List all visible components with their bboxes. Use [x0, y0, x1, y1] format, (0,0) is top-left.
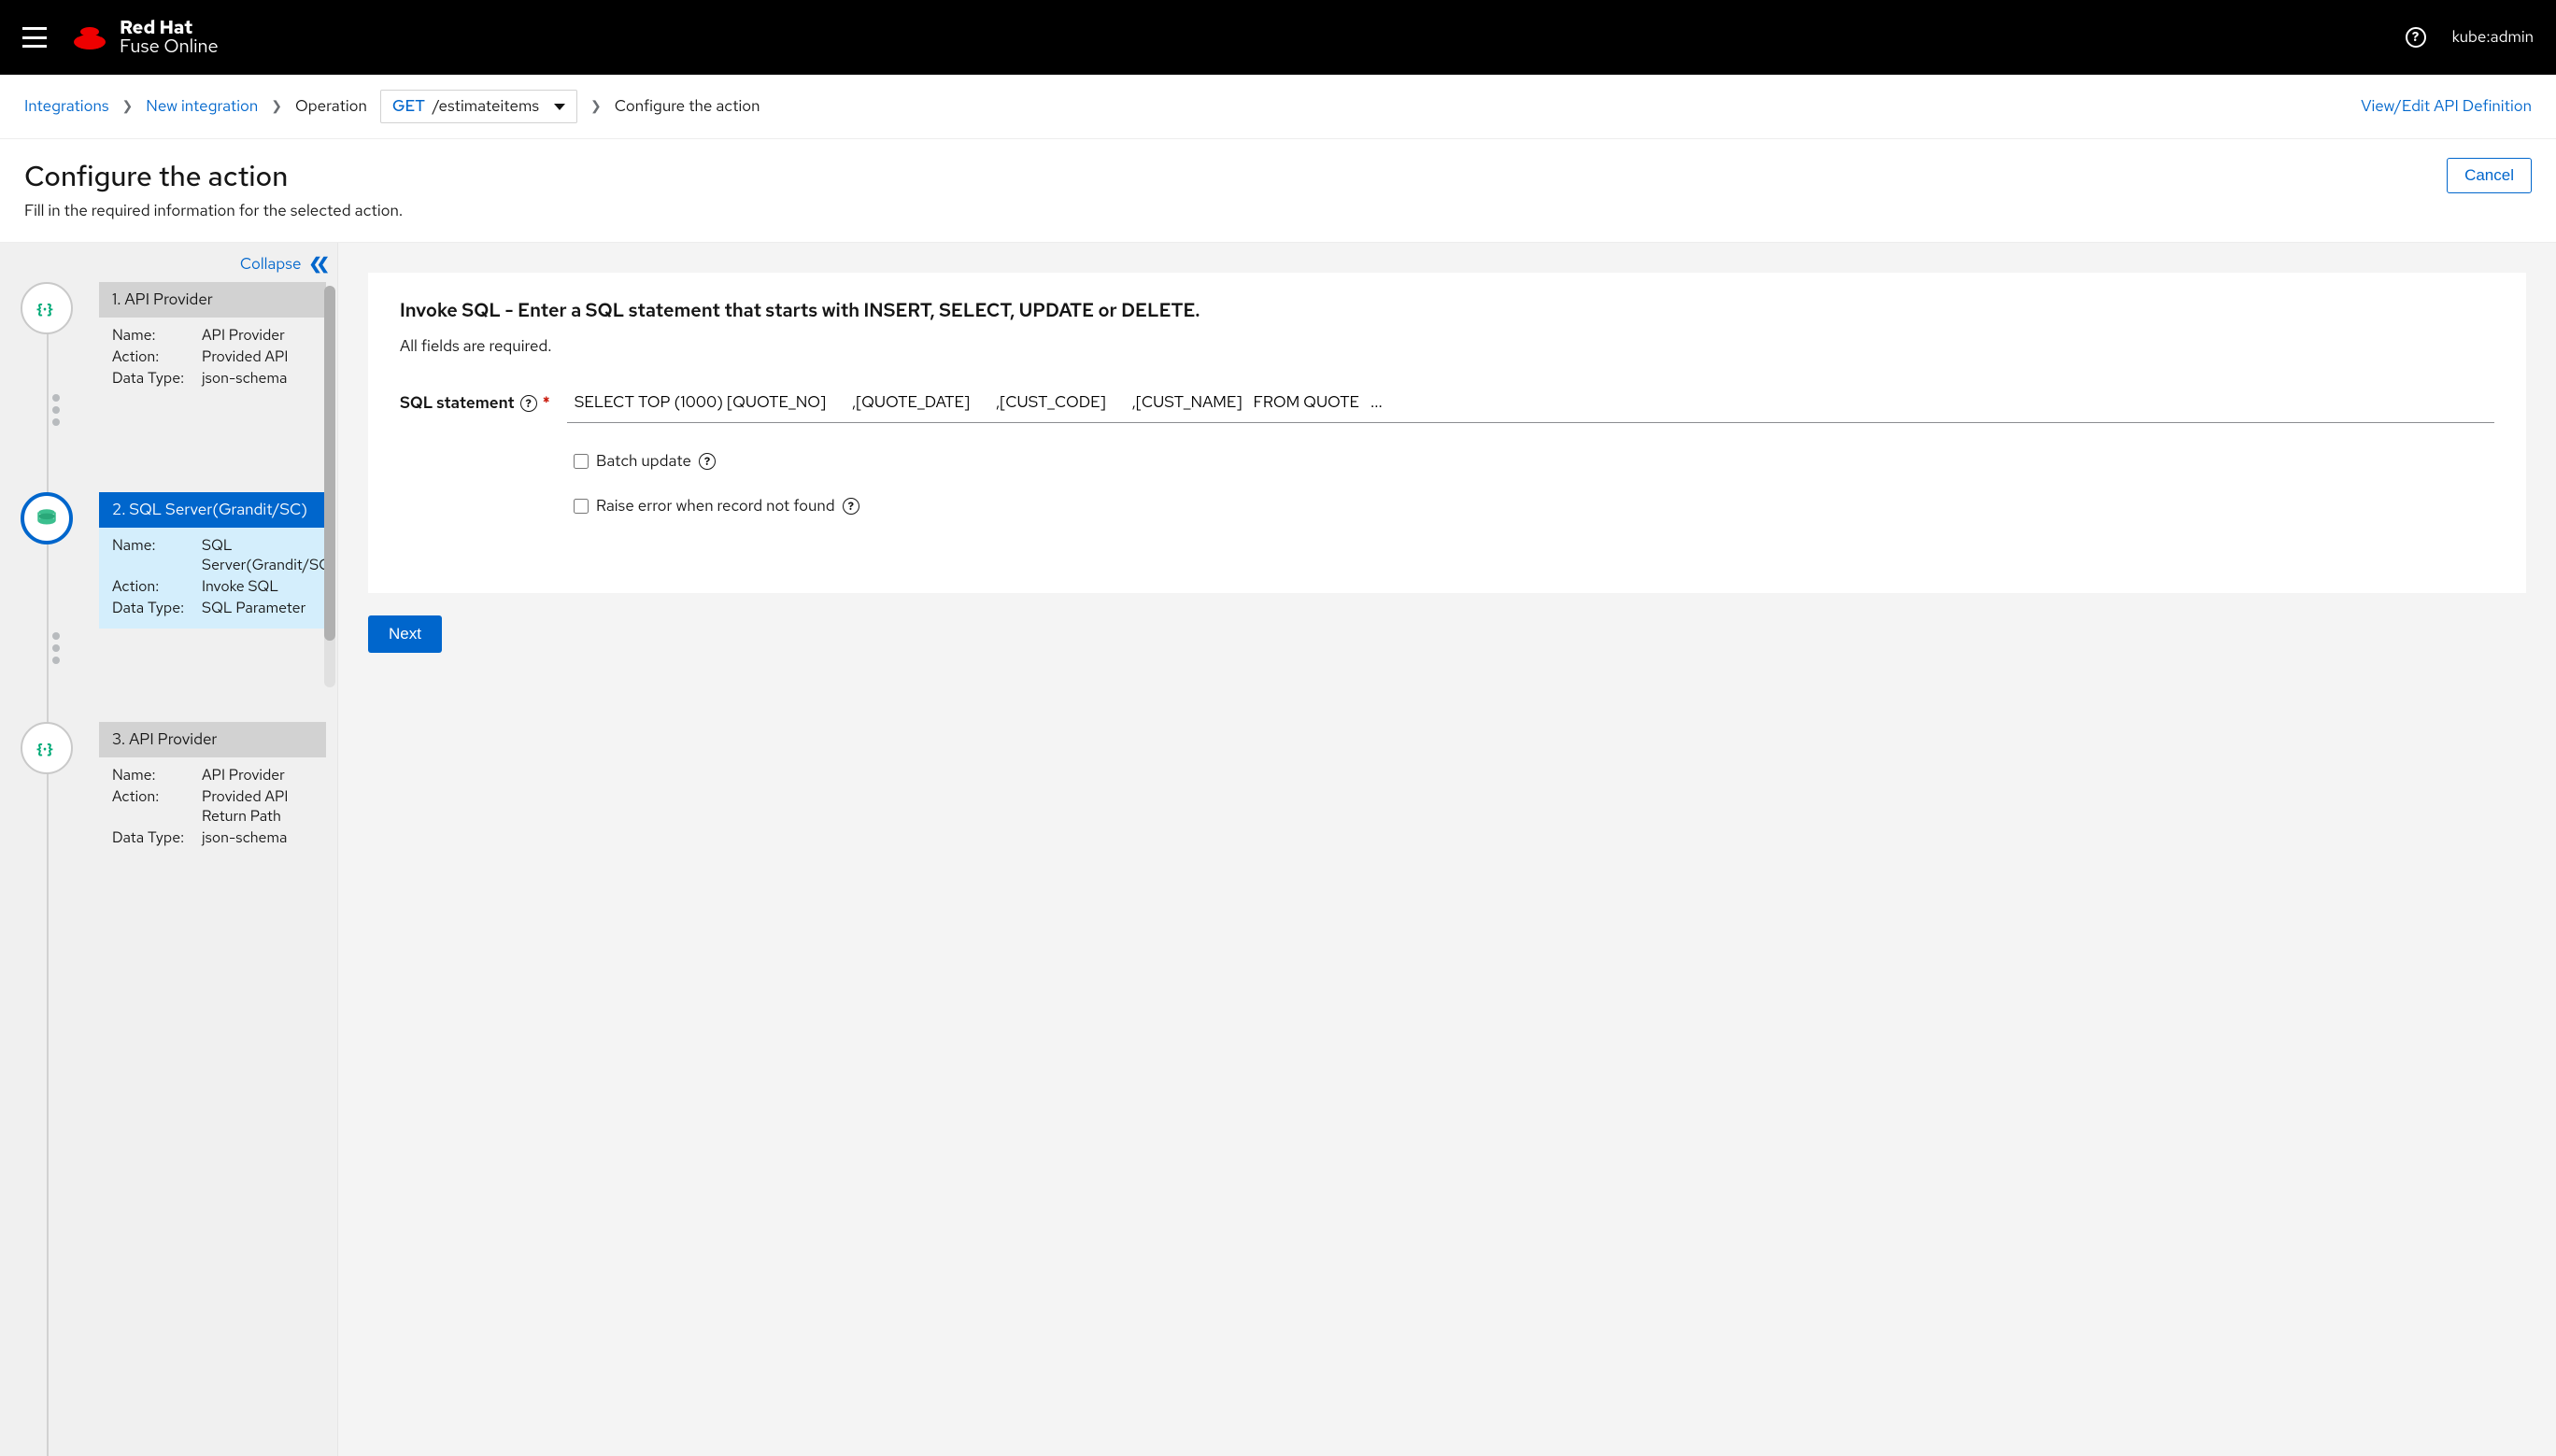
chevron-right-icon: ❯ — [590, 98, 602, 115]
operation-path: /estimateitems — [433, 96, 539, 117]
cancel-button[interactable]: Cancel — [2447, 158, 2532, 193]
body: Collapse ❮❮ {·} 1. API Provider Name: AP… — [0, 243, 2556, 1456]
form-card: Invoke SQL - Enter a SQL statement that … — [368, 273, 2526, 593]
step-title: 1. API Provider — [99, 282, 326, 318]
crumb-new-integration[interactable]: New integration — [146, 96, 258, 117]
database-icon — [21, 492, 73, 544]
page-title: Configure the action — [24, 158, 403, 195]
chevron-down-icon — [554, 104, 565, 110]
batch-update-row: Batch update ? — [574, 451, 2494, 472]
raise-error-row: Raise error when record not found ? — [574, 496, 2494, 516]
view-edit-api-link[interactable]: View/Edit API Definition — [2361, 96, 2532, 117]
required-asterisk: * — [543, 393, 550, 414]
step-title: 3. API Provider — [99, 722, 326, 757]
page-header: Configure the action Fill in the require… — [0, 139, 2556, 243]
chevron-double-left-icon: ❮❮ — [309, 257, 325, 273]
masthead: Red Hat Fuse Online ? kube:admin — [0, 0, 2556, 75]
flow-step-1[interactable]: {·} 1. API Provider Name: API Provider A… — [9, 282, 326, 492]
api-provider-icon: {·} — [21, 282, 73, 334]
username[interactable]: kube:admin — [2452, 27, 2534, 48]
required-note: All fields are required. — [400, 336, 2494, 357]
flow-step-3[interactable]: {·} 3. API Provider Name: API Provider A… — [9, 722, 326, 952]
flow-wrap: {·} 1. API Provider Name: API Provider A… — [0, 282, 337, 1456]
help-icon[interactable]: ? — [2406, 27, 2426, 48]
sql-statement-label: SQL statement ? * — [400, 393, 550, 414]
form-pane: Invoke SQL - Enter a SQL statement that … — [338, 243, 2556, 1456]
help-icon[interactable]: ? — [843, 498, 859, 515]
step-title: 2. SQL Server(Grandit/SC) — [99, 492, 326, 528]
form-heading: Invoke SQL - Enter a SQL statement that … — [400, 299, 2494, 323]
crumb-current: Configure the action — [615, 96, 760, 117]
crumb-integrations[interactable]: Integrations — [24, 96, 109, 117]
brand-sub: Fuse Online — [120, 36, 219, 57]
hamburger-menu-icon[interactable] — [22, 27, 47, 48]
batch-update-label: Batch update — [596, 451, 691, 472]
sql-statement-row: SQL statement ? * — [400, 383, 2494, 423]
scrollbar[interactable] — [324, 286, 335, 687]
flow-pane: Collapse ❮❮ {·} 1. API Provider Name: AP… — [0, 243, 338, 1456]
breadcrumb: Integrations ❯ New integration ❯ Operati… — [24, 90, 760, 123]
sql-statement-input[interactable] — [567, 383, 2494, 423]
flow-step-2[interactable]: 2. SQL Server(Grandit/SC) Name: SQL Serv… — [9, 492, 326, 722]
operation-select[interactable]: GET /estimateitems — [380, 90, 577, 123]
dots-icon — [52, 394, 60, 426]
svg-text:{·}: {·} — [36, 299, 53, 318]
chevron-right-icon: ❯ — [122, 98, 134, 115]
svg-text:{·}: {·} — [36, 739, 53, 757]
page-desc: Fill in the required information for the… — [24, 201, 403, 221]
batch-update-checkbox[interactable] — [574, 454, 589, 469]
breadcrumb-bar: Integrations ❯ New integration ❯ Operati… — [0, 75, 2556, 139]
brand: Red Hat Fuse Online — [73, 18, 219, 57]
api-provider-icon: {·} — [21, 722, 73, 774]
collapse-label: Collapse — [240, 254, 302, 275]
chevron-right-icon: ❯ — [271, 98, 282, 115]
redhat-logo-icon — [73, 24, 106, 50]
operation-method: GET — [392, 96, 425, 117]
collapse-button[interactable]: Collapse ❮❮ — [0, 243, 337, 282]
help-icon[interactable]: ? — [699, 453, 716, 470]
next-button[interactable]: Next — [368, 615, 442, 653]
dots-icon — [52, 632, 60, 664]
help-icon[interactable]: ? — [520, 395, 537, 412]
raise-error-checkbox[interactable] — [574, 499, 589, 514]
raise-error-label: Raise error when record not found — [596, 496, 835, 516]
masthead-user: ? kube:admin — [2406, 27, 2534, 48]
crumb-operation-label: Operation — [295, 96, 367, 117]
